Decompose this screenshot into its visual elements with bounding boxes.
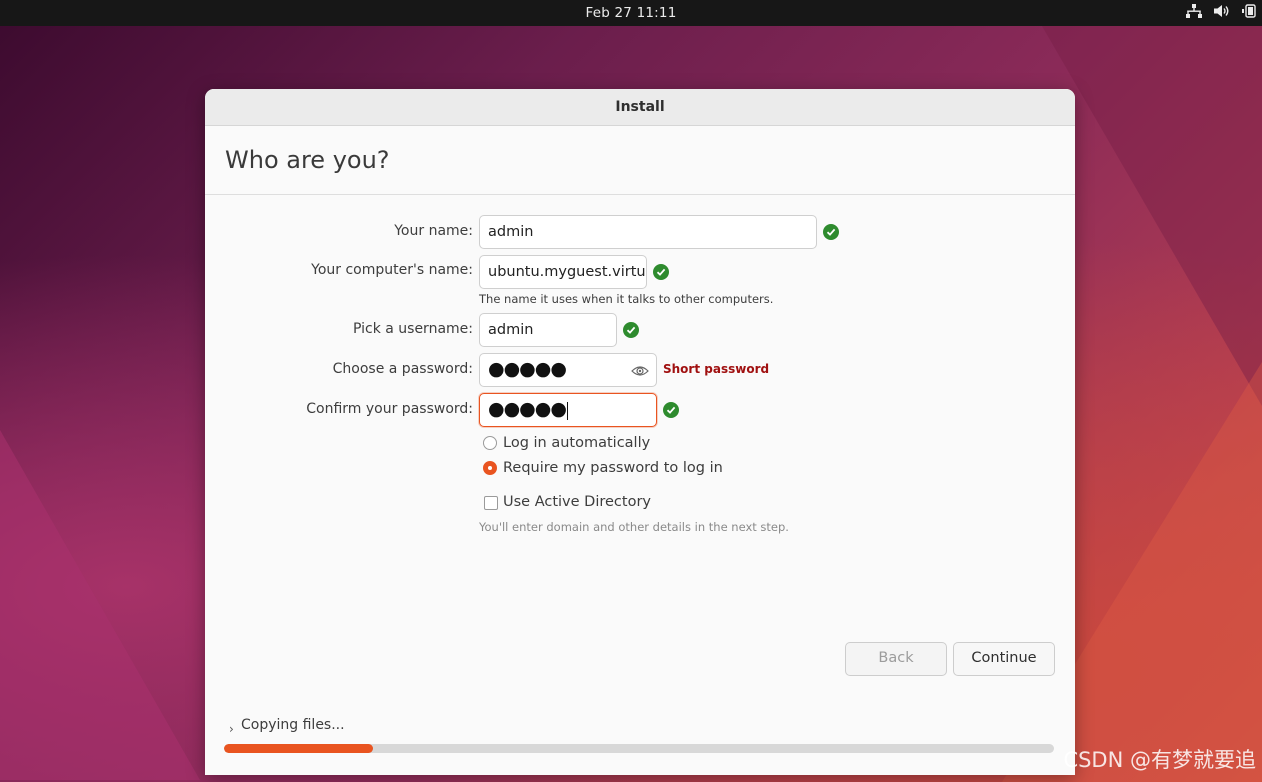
text-caret — [566, 402, 568, 420]
login-auto-label[interactable]: Log in automatically — [503, 435, 650, 451]
computer-name-input[interactable]: ubuntu.myguest.virtua — [479, 255, 647, 289]
login-auto-radio[interactable] — [483, 436, 497, 450]
confirm-password-input[interactable]: ●●●●● — [479, 393, 657, 427]
name-input[interactable]: admin — [479, 215, 817, 249]
confirm-password-valid-icon — [663, 402, 679, 418]
chevron-right-icon[interactable]: › — [229, 722, 234, 736]
wallpaper-facet — [1042, 26, 1262, 406]
active-directory-label[interactable]: Use Active Directory — [503, 494, 651, 510]
top-bar: Feb 27 11:11 — [0, 0, 1262, 26]
computer-name-hint: The name it uses when it talks to other … — [479, 292, 774, 306]
page-title: Who are you? — [225, 146, 390, 174]
username-label: Pick a username: — [352, 321, 473, 337]
clock[interactable]: Feb 27 11:11 — [0, 5, 1262, 21]
show-password-icon[interactable] — [631, 363, 649, 382]
page-header: Who are you? — [205, 126, 1075, 195]
system-tray[interactable] — [1186, 4, 1256, 18]
back-button[interactable]: Back — [845, 642, 947, 676]
login-require-radio[interactable] — [483, 461, 497, 475]
name-label: Your name: — [394, 223, 473, 239]
active-directory-hint: You'll enter domain and other details in… — [479, 520, 789, 534]
password-strength: Short password — [663, 362, 770, 376]
name-valid-icon — [823, 224, 839, 240]
username-valid-icon — [623, 322, 639, 338]
continue-button[interactable]: Continue — [953, 642, 1055, 676]
confirm-password-label: Confirm your password: — [306, 401, 473, 417]
confirm-password-mask: ●●●●● — [488, 398, 567, 420]
active-directory-checkbox[interactable] — [484, 496, 498, 510]
install-progress-fill — [224, 744, 374, 753]
install-progress-bar — [224, 744, 1054, 753]
copying-files-status[interactable]: Copying files... — [241, 717, 345, 733]
username-input[interactable]: admin — [479, 313, 617, 347]
window-title: Install — [205, 89, 1075, 126]
installer-window: Install Who are you? Your name: admin Yo… — [205, 89, 1075, 775]
power-icon[interactable] — [1242, 4, 1256, 18]
volume-icon[interactable] — [1214, 4, 1230, 18]
network-icon[interactable] — [1186, 4, 1202, 18]
wallpaper-facet — [0, 430, 200, 780]
password-mask: ●●●●● — [488, 358, 567, 380]
watermark: CSDN @有梦就要追 — [1063, 748, 1256, 772]
password-label: Choose a password: — [332, 361, 473, 377]
computer-name-valid-icon — [653, 264, 669, 280]
computer-name-label: Your computer's name: — [311, 262, 473, 278]
login-require-label[interactable]: Require my password to log in — [503, 460, 723, 476]
